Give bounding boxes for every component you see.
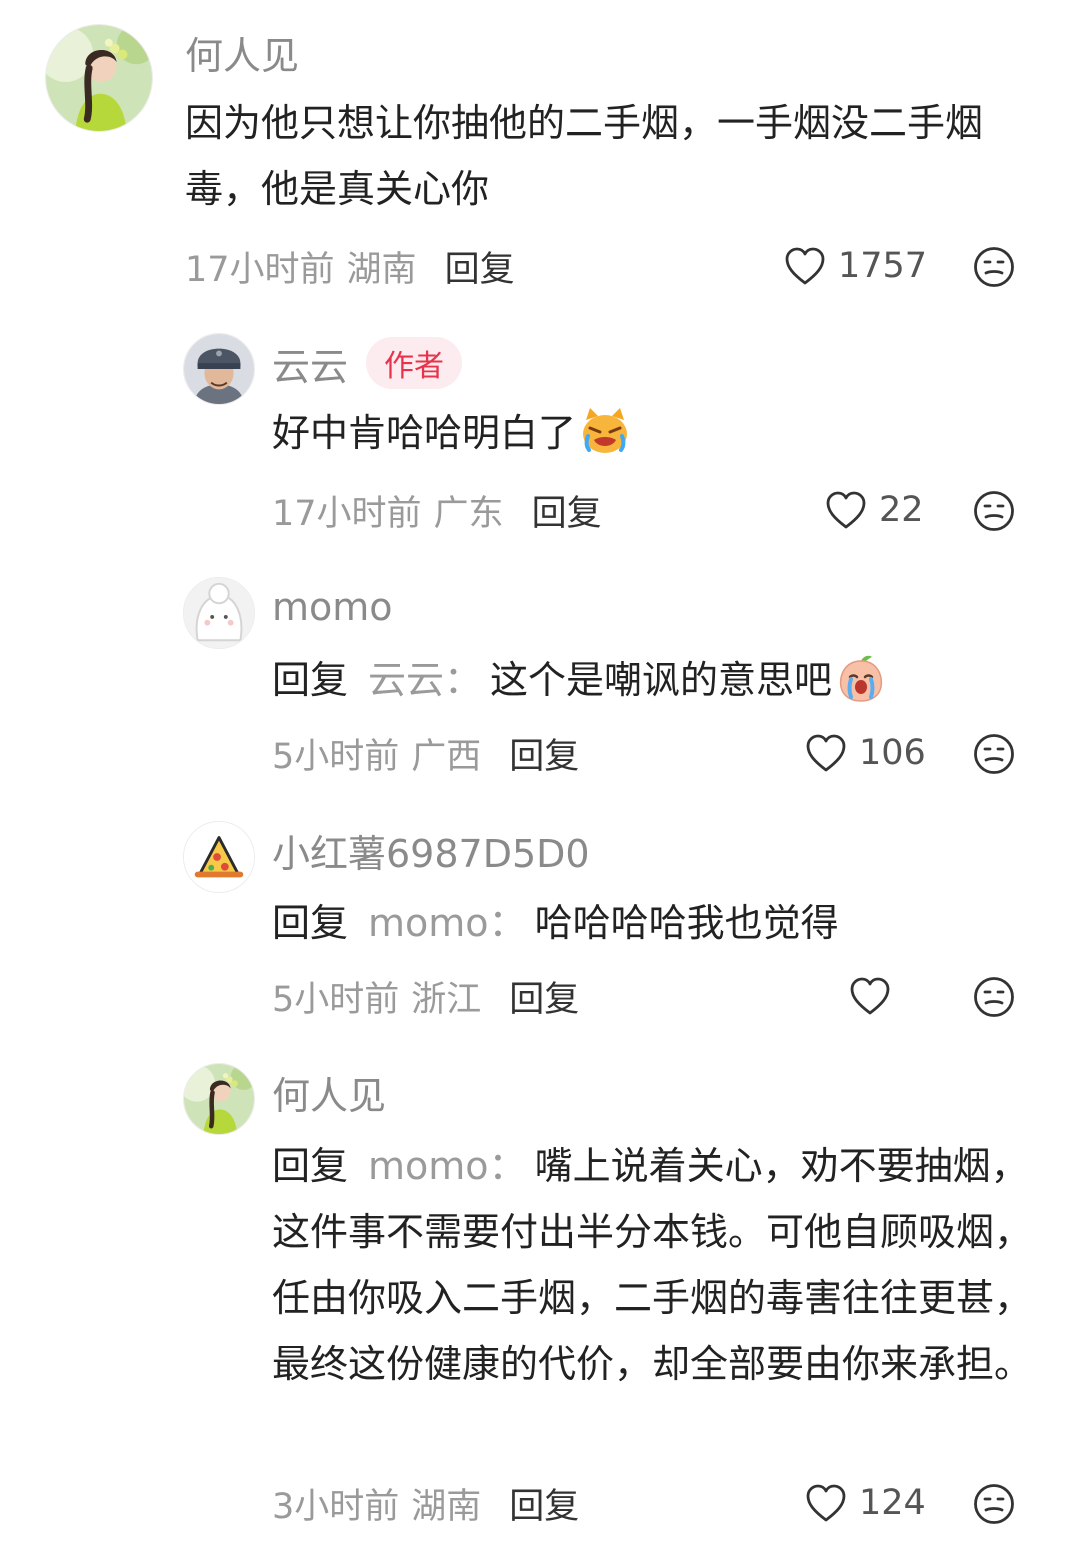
reply-target-user[interactable]: 云云 bbox=[368, 658, 444, 702]
name-row: 小红薯6987D5D0 bbox=[272, 820, 590, 880]
comment-location: 湖南 bbox=[346, 249, 417, 290]
name-row: momo bbox=[272, 577, 393, 637]
user-avatar[interactable] bbox=[45, 24, 153, 132]
like-button[interactable]: 22 bbox=[825, 480, 924, 540]
heart-icon bbox=[849, 976, 891, 1016]
username[interactable]: momo bbox=[272, 585, 393, 629]
comment-content: 回复 云云： 这个是嘲讽的意思吧 bbox=[272, 647, 1032, 713]
reply-prefix: 回复 bbox=[272, 901, 349, 945]
name-row: 何人见 bbox=[185, 22, 299, 82]
comment-content: 因为他只想让你抽他的二手烟，一手烟没二手烟毒，他是真关心你 bbox=[185, 90, 1035, 222]
heart-icon bbox=[805, 1483, 847, 1523]
heart-icon bbox=[784, 246, 826, 286]
comment-content: 好中肯哈哈明白了 bbox=[272, 400, 1032, 466]
comment-text: 好中肯哈哈明白了 bbox=[272, 411, 577, 455]
comment-time: 3小时前 bbox=[272, 1486, 400, 1527]
username[interactable]: 何人见 bbox=[185, 25, 299, 80]
reply-target-user[interactable]: momo bbox=[368, 1144, 489, 1188]
reply-separator: ： bbox=[444, 658, 483, 702]
like-button[interactable] bbox=[849, 966, 903, 1026]
user-avatar[interactable] bbox=[183, 821, 255, 893]
username[interactable]: 小红薯6987D5D0 bbox=[272, 823, 590, 878]
reply-button[interactable]: 回复 bbox=[532, 485, 602, 536]
crying-peach-emoji-icon bbox=[839, 655, 883, 702]
user-avatar[interactable] bbox=[183, 577, 255, 649]
crying-cat-emoji-icon bbox=[583, 408, 628, 453]
girl-photo-avatar-icon bbox=[184, 1064, 254, 1134]
pizza-avatar-icon bbox=[184, 822, 254, 892]
comment-location: 广西 bbox=[411, 736, 482, 777]
meh-face-icon bbox=[973, 733, 1015, 775]
comment-location: 湖南 bbox=[411, 1486, 482, 1527]
comment-location: 广东 bbox=[433, 493, 504, 534]
like-count: 1757 bbox=[838, 246, 928, 286]
dislike-button[interactable] bbox=[973, 490, 1015, 532]
comment-content: 回复 momo： 哈哈哈哈我也觉得 bbox=[272, 890, 1032, 956]
dislike-button[interactable] bbox=[973, 1483, 1015, 1525]
white-cat-avatar-icon bbox=[184, 578, 254, 648]
comment-meta: 3小时前 湖南 回复 bbox=[272, 1473, 579, 1533]
username[interactable]: 何人见 bbox=[272, 1065, 386, 1120]
name-row: 何人见 bbox=[272, 1062, 386, 1122]
dislike-button[interactable] bbox=[973, 976, 1015, 1018]
like-count: 106 bbox=[859, 733, 926, 773]
comment-meta: 5小时前 广西 回复 bbox=[272, 723, 579, 783]
man-helmet-avatar-icon bbox=[184, 334, 254, 404]
like-count: 22 bbox=[879, 490, 924, 530]
heart-icon bbox=[825, 490, 867, 530]
comment-time: 5小时前 bbox=[272, 736, 400, 777]
username[interactable]: 云云 bbox=[272, 336, 348, 391]
like-button[interactable]: 106 bbox=[805, 723, 926, 783]
reply-button[interactable]: 回复 bbox=[509, 1478, 579, 1529]
name-row: 云云 作者 bbox=[272, 333, 463, 393]
comment-meta: 17小时前 湖南 回复 bbox=[185, 236, 515, 296]
reply-prefix: 回复 bbox=[272, 1144, 349, 1188]
dislike-button[interactable] bbox=[973, 733, 1015, 775]
comment-meta: 17小时前 广东 回复 bbox=[272, 480, 602, 540]
reply-separator: ： bbox=[488, 901, 527, 945]
comment-meta: 5小时前 浙江 回复 bbox=[272, 966, 579, 1026]
heart-icon bbox=[805, 733, 847, 773]
reply-button[interactable]: 回复 bbox=[509, 728, 579, 779]
comment-time: 5小时前 bbox=[272, 979, 400, 1020]
comment-time: 17小时前 bbox=[185, 249, 335, 290]
like-count: 124 bbox=[859, 1483, 926, 1523]
reply-separator: ： bbox=[488, 1144, 527, 1188]
user-avatar[interactable] bbox=[183, 333, 255, 405]
like-button[interactable]: 124 bbox=[805, 1473, 926, 1533]
comment-text: 这个是嘲讽的意思吧 bbox=[490, 658, 833, 702]
girl-photo-avatar-icon bbox=[46, 25, 152, 131]
meh-face-icon bbox=[973, 490, 1015, 532]
like-button[interactable]: 1757 bbox=[784, 236, 927, 296]
reply-button[interactable]: 回复 bbox=[445, 241, 515, 292]
reply-button[interactable]: 回复 bbox=[509, 971, 579, 1022]
comment-location: 浙江 bbox=[411, 979, 482, 1020]
dislike-button[interactable] bbox=[973, 246, 1015, 288]
comment-text: 因为他只想让你抽他的二手烟，一手烟没二手烟毒，他是真关心你 bbox=[185, 101, 984, 211]
meh-face-icon bbox=[973, 246, 1015, 288]
user-avatar[interactable] bbox=[183, 1063, 255, 1135]
reply-prefix: 回复 bbox=[272, 658, 349, 702]
reply-target-user[interactable]: momo bbox=[368, 901, 489, 945]
comment-content: 回复 momo： 嘴上说着关心，劝不要抽烟，这件事不需要付出半分本钱。可他自顾吸烟，… bbox=[272, 1133, 1032, 1397]
comment-time: 17小时前 bbox=[272, 493, 422, 534]
comment-text: 哈哈哈哈我也觉得 bbox=[534, 901, 839, 945]
meh-face-icon bbox=[973, 1483, 1015, 1525]
author-badge: 作者 bbox=[366, 337, 463, 389]
meh-face-icon bbox=[973, 976, 1015, 1018]
